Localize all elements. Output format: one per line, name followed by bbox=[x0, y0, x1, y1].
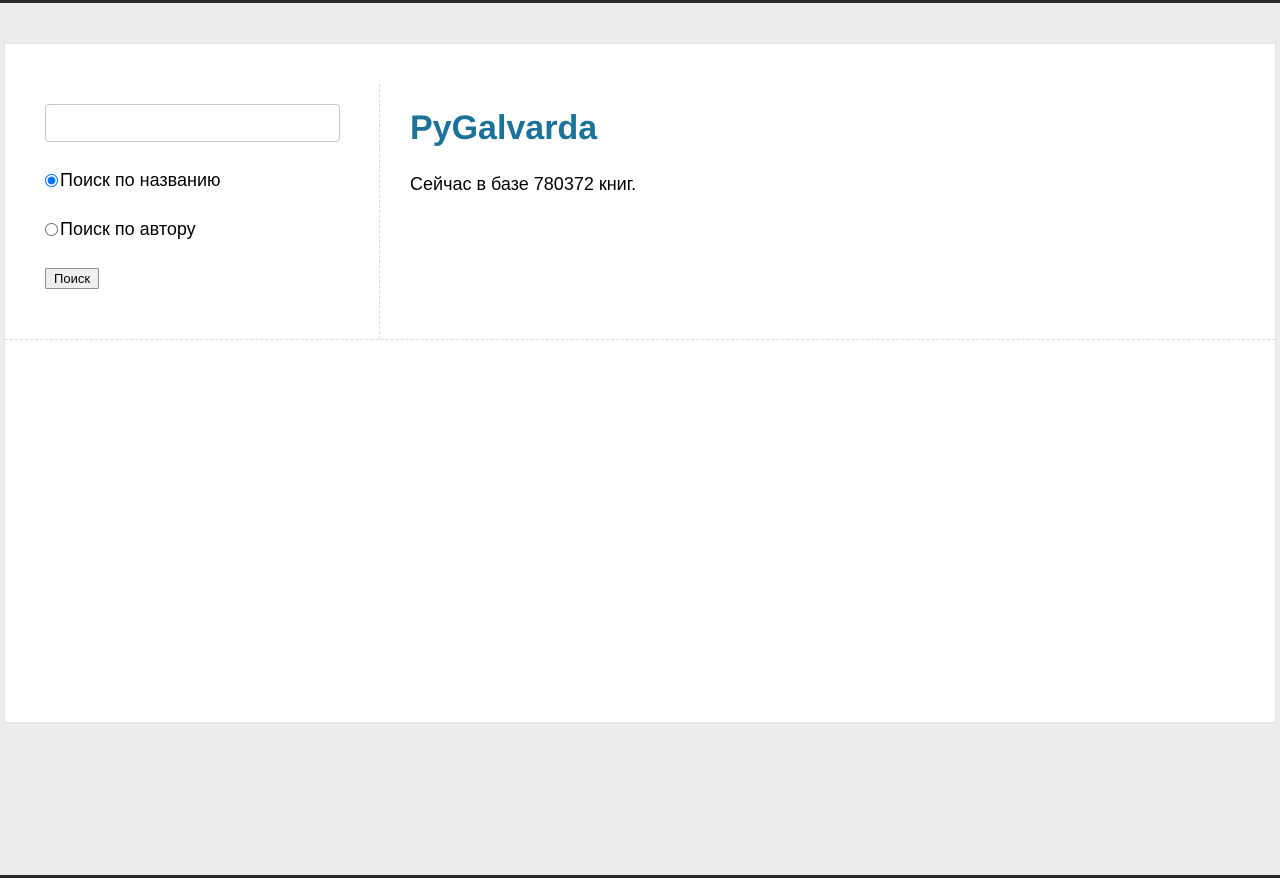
content-card: Поиск по названию Поиск по автору Поиск … bbox=[4, 43, 1276, 723]
radio-search-by-title-input[interactable] bbox=[45, 174, 58, 187]
search-input[interactable] bbox=[45, 104, 340, 142]
radio-search-by-author-label: Поиск по автору bbox=[60, 219, 196, 240]
search-mode-radio-group: Поиск по названию Поиск по автору bbox=[45, 170, 349, 240]
db-status-text: Сейчас в базе 780372 книг. bbox=[410, 174, 1235, 195]
main-content: PyGalvarda Сейчас в базе 780372 книг. bbox=[380, 84, 1235, 339]
search-sidebar: Поиск по названию Поиск по автору Поиск bbox=[45, 84, 380, 339]
page-title: PyGalvarda bbox=[410, 109, 1235, 148]
radio-search-by-title[interactable]: Поиск по названию bbox=[45, 170, 349, 191]
radio-search-by-title-label: Поиск по названию bbox=[60, 170, 221, 191]
radio-search-by-author[interactable]: Поиск по автору bbox=[45, 219, 349, 240]
columns: Поиск по названию Поиск по автору Поиск … bbox=[5, 44, 1275, 340]
search-button[interactable]: Поиск bbox=[45, 268, 99, 289]
radio-search-by-author-input[interactable] bbox=[45, 223, 58, 236]
page-wrap: Поиск по названию Поиск по автору Поиск … bbox=[0, 3, 1280, 723]
